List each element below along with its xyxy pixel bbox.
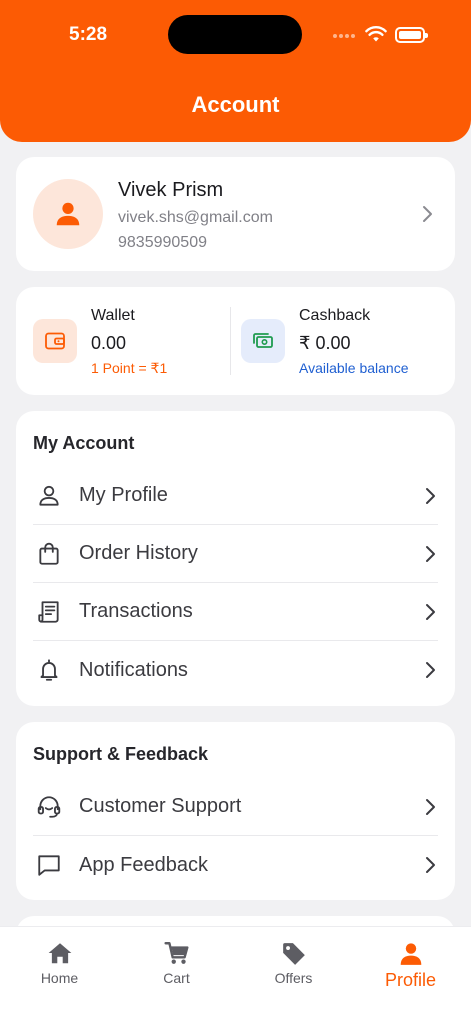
- wallet-tile: [33, 319, 77, 363]
- menu-item-label: Order History: [79, 542, 198, 564]
- menu-item-label: My Profile: [79, 484, 168, 506]
- wallet-icon: [45, 332, 65, 350]
- profile-card[interactable]: Vivek Prism vivek.shs@gmail.com 98359905…: [16, 157, 455, 271]
- nav-cart[interactable]: Cart: [118, 927, 235, 1024]
- app-header: 5:28 Account: [0, 0, 471, 142]
- person-icon: [400, 943, 421, 965]
- cashback-value: ₹ 0.00: [299, 333, 351, 353]
- menu-item-label: Transactions: [79, 600, 193, 622]
- chevron-right-icon: [426, 545, 435, 562]
- nav-label: Cart: [163, 970, 190, 986]
- user-phone: 9835990509: [118, 234, 207, 251]
- cashback-note: Available balance: [299, 360, 409, 376]
- receipt-icon: [38, 600, 59, 623]
- chevron-right-icon: [426, 662, 435, 678]
- wallet-note: 1 Point = ₹1: [91, 360, 168, 376]
- cash-icon: [253, 333, 273, 348]
- avatar: [33, 179, 103, 249]
- nav-profile[interactable]: Profile: [352, 927, 469, 1024]
- tag-icon: [282, 943, 305, 965]
- page-title: Account: [191, 92, 280, 117]
- divider: [230, 307, 231, 375]
- nav-home[interactable]: Home: [1, 927, 118, 1024]
- menu-item-label: App Feedback: [79, 853, 208, 876]
- signal-icon: [333, 34, 359, 40]
- bell-icon: [40, 659, 58, 681]
- dynamic-island: [168, 15, 302, 54]
- menu-item-notifications[interactable]: Notifications: [33, 641, 438, 699]
- menu-item-transactions[interactable]: Transactions: [33, 583, 438, 641]
- status-time: 5:28: [69, 24, 108, 45]
- nav-label: Offers: [274, 970, 313, 986]
- menu-item-order-history[interactable]: Order History: [33, 525, 438, 583]
- my-account-section: My Account My Profile Order History Tran…: [16, 411, 455, 706]
- chat-bubble-icon: [38, 855, 60, 876]
- nav-label: Home: [40, 970, 79, 986]
- chevron-right-icon: [423, 206, 432, 222]
- balance-card: Wallet 0.00 1 Point = ₹1 Cashback ₹ 0.00…: [16, 287, 455, 395]
- wifi-icon: [365, 26, 387, 42]
- user-email: vivek.shs@gmail.com: [118, 209, 273, 226]
- chevron-right-icon: [426, 487, 435, 504]
- nav-offers[interactable]: Offers: [235, 927, 352, 1024]
- menu-item-label: Notifications: [79, 658, 188, 681]
- nav-label: Profile: [384, 970, 437, 990]
- wallet-label: Wallet: [91, 307, 135, 324]
- section-title: Support & Feedback: [33, 744, 209, 764]
- cart-icon: [163, 942, 188, 964]
- chevron-right-icon: [426, 603, 435, 620]
- person-icon: [39, 485, 59, 506]
- user-name: Vivek Prism: [118, 179, 224, 201]
- shopping-bag-icon: [39, 542, 59, 565]
- chevron-right-icon: [426, 798, 435, 815]
- menu-item-app-feedback[interactable]: App Feedback: [33, 836, 438, 894]
- section-title: My Account: [33, 433, 135, 453]
- chevron-right-icon: [426, 857, 435, 873]
- menu-item-customer-support[interactable]: Customer Support: [33, 778, 438, 836]
- headset-icon: [37, 795, 61, 818]
- battery-icon: [395, 27, 428, 43]
- cashback-tile: [241, 319, 285, 363]
- menu-item-my-profile[interactable]: My Profile: [33, 467, 438, 525]
- support-section: Support & Feedback Customer Support App …: [16, 722, 455, 900]
- person-icon: [56, 202, 80, 226]
- cashback-label: Cashback: [299, 307, 371, 324]
- menu-item-label: Customer Support: [79, 795, 242, 817]
- home-icon: [48, 943, 71, 964]
- wallet-value: 0.00: [91, 333, 127, 353]
- bottom-nav: Home Cart Offers Profile: [0, 926, 471, 1024]
